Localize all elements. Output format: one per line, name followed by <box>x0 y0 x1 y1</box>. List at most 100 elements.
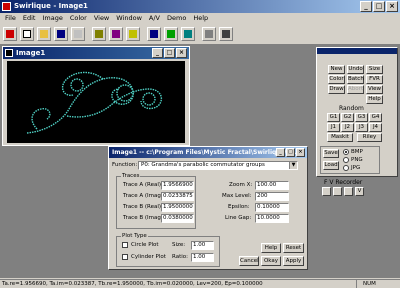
close-icon[interactable]: × <box>296 148 305 157</box>
play-button[interactable] <box>333 187 342 196</box>
circle-plot-label: Circle Plot <box>131 242 159 248</box>
num-lock-indicator: NUM <box>356 280 382 288</box>
max-level-input[interactable]: 200 <box>255 192 289 201</box>
open-folder-icon[interactable] <box>37 27 51 41</box>
help-question-icon[interactable] <box>202 27 216 41</box>
size-input[interactable]: 1.00 <box>191 241 214 250</box>
random-j1-button[interactable]: J1 <box>327 123 340 132</box>
random-j3-button[interactable]: J3 <box>355 123 368 132</box>
epsilon-input[interactable]: 0.10000 <box>255 203 289 212</box>
palette-title-bar[interactable] <box>317 48 397 54</box>
apply-button[interactable]: Apply <box>283 256 304 266</box>
undo-button[interactable]: Undo <box>347 65 364 74</box>
new-file-icon[interactable] <box>20 27 34 41</box>
app-title: Swirlique - Image1 <box>14 2 88 10</box>
maximize-icon[interactable]: □ <box>164 48 175 58</box>
epsilon-label: Epsilon: <box>228 204 250 210</box>
random-g3-button[interactable]: G3 <box>355 113 368 122</box>
jpg-radio[interactable]: JPG <box>343 165 360 171</box>
fvr-button[interactable]: FVR <box>366 75 383 84</box>
wand-icon[interactable] <box>92 27 106 41</box>
color-icon[interactable] <box>71 27 85 41</box>
trace-b-real-input[interactable]: 1.95000000 <box>161 203 194 212</box>
save-disk-icon[interactable] <box>54 27 68 41</box>
star-icon[interactable] <box>126 27 140 41</box>
random-g1-button[interactable]: G1 <box>327 113 340 122</box>
dialog-title-bar[interactable]: Image1 -- c:\Program Files\Mystic Fracta… <box>109 147 307 158</box>
image-window-icon <box>5 49 13 57</box>
tool-palette: New Undo Size Color Batch FVR Draw Abort… <box>316 47 398 177</box>
trace-a-real-input[interactable]: 1.95669000 <box>161 181 194 190</box>
random-g4-button[interactable]: G4 <box>369 113 382 122</box>
random-label: Random <box>339 105 364 112</box>
draw-icon[interactable] <box>109 27 123 41</box>
menu-av[interactable]: A/V <box>149 13 160 24</box>
cylinder-plot-label: Cylinder Plot <box>131 254 166 260</box>
ratio-label: Ratio: <box>172 254 188 260</box>
palette-icon[interactable] <box>164 27 178 41</box>
maskit-button[interactable]: Maskit <box>327 133 353 142</box>
app-logo-icon[interactable] <box>3 27 17 41</box>
save-button[interactable]: Save <box>323 149 339 158</box>
abort-button[interactable]: Abort <box>347 85 364 94</box>
minimize-icon[interactable]: _ <box>152 48 163 58</box>
minimize-icon[interactable]: _ <box>360 1 372 12</box>
png-radio[interactable]: PNG <box>343 157 363 163</box>
stop-button[interactable] <box>344 187 353 196</box>
batch-button[interactable]: Batch <box>347 75 364 84</box>
fractal-image <box>26 71 163 134</box>
trace-a-imag-input[interactable]: 0.02338750 <box>161 192 194 201</box>
ratio-input[interactable]: 1.00 <box>191 253 214 262</box>
window-icon[interactable] <box>147 27 161 41</box>
jpg-label: JPG <box>351 165 361 171</box>
menu-demo[interactable]: Demo <box>167 13 186 24</box>
load-button[interactable]: Load <box>323 161 339 170</box>
stop-icon[interactable] <box>181 27 195 41</box>
menu-color[interactable]: Color <box>70 13 87 24</box>
close-icon[interactable]: × <box>176 48 187 58</box>
size-label: Size: <box>172 242 186 248</box>
v-button[interactable]: V <box>355 187 364 196</box>
minimize-icon[interactable]: _ <box>276 148 285 157</box>
line-gap-input[interactable]: 10.0000 <box>255 214 289 223</box>
menu-window[interactable]: Window <box>116 13 142 24</box>
menu-edit[interactable]: Edit <box>23 13 36 24</box>
record-button[interactable] <box>322 187 331 196</box>
riley-button[interactable]: Riley <box>357 133 382 142</box>
menu-view[interactable]: View <box>94 13 109 24</box>
close-icon[interactable]: × <box>386 1 398 12</box>
color-button[interactable]: Color <box>328 75 345 84</box>
cancel-button[interactable]: Cancel <box>239 256 259 266</box>
trace-b-imag-input[interactable]: 0.03800000 <box>161 214 194 223</box>
view-button[interactable]: View <box>366 85 383 94</box>
circle-plot-checkbox[interactable] <box>122 242 128 248</box>
image1-title-bar[interactable]: Image1 _ □ × <box>3 47 189 59</box>
menu-file[interactable]: File <box>5 13 16 24</box>
maximize-icon[interactable]: □ <box>286 148 295 157</box>
parameters-dialog: Image1 -- c:\Program Files\Mystic Fracta… <box>108 146 308 270</box>
maximize-icon[interactable]: □ <box>373 1 385 12</box>
draw-button[interactable]: Draw <box>328 85 345 94</box>
trace-a-real-label: Trace A (Real): <box>123 182 163 188</box>
okay-button[interactable]: Okay <box>261 256 281 266</box>
random-j4-button[interactable]: J4 <box>369 123 382 132</box>
new-button[interactable]: New <box>328 65 345 74</box>
menu-help[interactable]: Help <box>193 13 208 24</box>
function-select[interactable]: P0: Grandma's parabolic commutator group… <box>138 161 298 170</box>
help-button[interactable]: Help <box>261 243 281 253</box>
size-button[interactable]: Size <box>366 65 383 74</box>
fractal-icon[interactable] <box>219 27 233 41</box>
zoom-x-input[interactable]: 100.00 <box>255 181 289 190</box>
fractal-canvas[interactable] <box>7 61 185 143</box>
status-bar: Ta.re=1.956690, Ta.im=0.023387, Tb.re=1.… <box>0 279 400 288</box>
help-button[interactable]: Help <box>366 95 383 104</box>
bmp-radio[interactable]: BMP <box>343 149 363 155</box>
random-j2-button[interactable]: J2 <box>341 123 354 132</box>
random-g2-button[interactable]: G2 <box>341 113 354 122</box>
menu-bar: File Edit Image Color View Window A/V De… <box>0 13 400 24</box>
menu-image[interactable]: Image <box>42 13 62 24</box>
radio-icon <box>343 165 349 171</box>
app-title-bar[interactable]: Swirlique - Image1 _ □ × <box>0 0 400 13</box>
cylinder-plot-checkbox[interactable] <box>122 254 128 260</box>
reset-button[interactable]: Reset <box>283 243 304 253</box>
